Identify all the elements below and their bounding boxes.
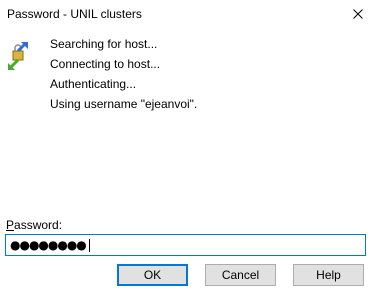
log-line: Authenticating... [50, 77, 137, 91]
ok-button[interactable]: OK [117, 264, 188, 286]
close-icon [353, 9, 363, 19]
text-caret [88, 239, 90, 252]
log-line: Searching for host... [50, 37, 158, 51]
log-line: Using username "ejeanvoi". [50, 97, 198, 111]
log-line: Connecting to host... [50, 57, 161, 71]
cancel-button[interactable]: Cancel [205, 264, 276, 286]
password-label-text: assword: [14, 218, 63, 232]
title-bar[interactable]: Password - UNIL clusters [0, 0, 373, 28]
connection-log: Searching for host... Connecting to host… [50, 34, 197, 114]
password-input[interactable]: ●●●●●●●● [5, 234, 366, 256]
password-label: Password: [6, 218, 62, 232]
transfer-arrows-lock-icon [8, 41, 28, 70]
password-label-accelerator: P [6, 218, 15, 232]
window-title: Password - UNIL clusters [7, 7, 142, 21]
help-button[interactable]: Help [293, 264, 364, 286]
password-dialog: Password - UNIL clusters Searching for h… [0, 0, 373, 300]
close-button[interactable] [343, 0, 373, 28]
password-masked-value: ●●●●●●●● [10, 238, 87, 252]
